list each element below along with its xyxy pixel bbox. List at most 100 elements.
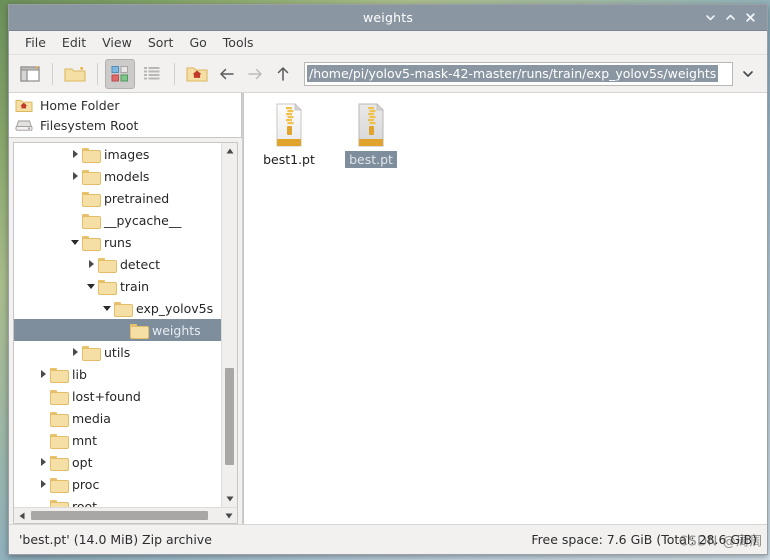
toolbar-separator [97, 62, 98, 85]
tree-item-runs[interactable]: runs [14, 231, 221, 253]
tree-item-lib[interactable]: lib [14, 363, 221, 385]
status-selection-info: 'best.pt' (14.0 MiB) Zip archive [19, 532, 212, 547]
tree-item-models[interactable]: models [14, 165, 221, 187]
folder-icon [50, 389, 69, 405]
tree-item-weights[interactable]: weights [14, 319, 221, 341]
menu-edit[interactable]: Edit [54, 33, 94, 52]
statusbar: 'best.pt' (14.0 MiB) Zip archive Free sp… [9, 524, 767, 554]
new-tab-button[interactable] [15, 59, 45, 89]
chevron-down-icon[interactable] [100, 301, 114, 315]
forward-button[interactable] [242, 60, 268, 88]
tree-twisty-spacer [68, 213, 82, 227]
path-input[interactable]: /home/pi/yolov5-mask-42-master/runs/trai… [304, 61, 733, 86]
scroll-down-arrow[interactable] [223, 492, 237, 506]
chevron-down-icon[interactable] [84, 279, 98, 293]
home-button[interactable] [182, 59, 212, 89]
folder-icon [98, 279, 117, 295]
tree-horizontal-scrollbar[interactable] [14, 507, 237, 523]
tree-item-label: lib [72, 366, 87, 382]
folder-icon [82, 191, 101, 207]
maximize-button[interactable] [720, 8, 740, 28]
tree-item-pretrained[interactable]: pretrained [14, 187, 221, 209]
detail-view-button[interactable] [137, 59, 167, 89]
scroll-up-arrow[interactable] [223, 144, 237, 158]
toolbar: /home/pi/yolov5-mask-42-master/runs/trai… [9, 55, 767, 93]
tree-item-media[interactable]: media [14, 407, 221, 429]
folder-icon [82, 345, 101, 361]
window-titlebar[interactable]: weights [9, 5, 767, 31]
zip-archive-icon [270, 103, 308, 147]
folder-icon [50, 499, 69, 507]
new-tab-icon [20, 65, 40, 82]
tree-vscroll-thumb[interactable] [225, 368, 234, 465]
tree-item-label: opt [72, 454, 93, 470]
file-name-label: best.pt [345, 151, 397, 168]
menu-view[interactable]: View [94, 33, 140, 52]
status-free-space: Free space: 7.6 GiB (Total: 28.6 GiB) [531, 532, 757, 547]
tree-item-label: models [104, 168, 150, 184]
tree-item--pycache-[interactable]: __pycache__ [14, 209, 221, 231]
place-filesystem-root[interactable]: Filesystem Root [9, 115, 241, 135]
chevron-right-icon[interactable] [84, 257, 98, 271]
path-dropdown-button[interactable] [735, 61, 761, 87]
chevron-right-icon[interactable] [36, 477, 50, 491]
chevron-right-icon[interactable] [68, 169, 82, 183]
file-item[interactable]: best.pt [332, 101, 410, 168]
zip-archive-icon [352, 103, 390, 147]
tree-item-root[interactable]: root [14, 495, 221, 507]
tree-item-label: mnt [72, 432, 97, 448]
tree-item-label: pretrained [104, 190, 170, 206]
up-button[interactable] [270, 60, 296, 88]
menu-file[interactable]: File [17, 33, 54, 52]
chevron-down-icon[interactable] [68, 235, 82, 249]
folder-icon [82, 169, 101, 185]
tree-vertical-scrollbar[interactable] [221, 143, 237, 507]
tree-twisty-spacer [36, 499, 50, 507]
tree-twisty-spacer [68, 191, 82, 205]
directory-tree-panel: images models pretrained __pycache__runs det… [13, 142, 238, 524]
tree-item-train[interactable]: train [14, 275, 221, 297]
tree-item-label: exp_yolov5s [136, 300, 214, 316]
tree-hscroll-thumb[interactable] [31, 511, 208, 520]
tree-item-opt[interactable]: opt [14, 451, 221, 473]
tree-item-proc[interactable]: proc [14, 473, 221, 495]
tree-item-exp-yolov5s[interactable]: exp_yolov5s [14, 297, 221, 319]
tree-item-label: images [104, 146, 150, 162]
chevron-right-icon[interactable] [68, 147, 82, 161]
minimize-button[interactable] [700, 8, 720, 28]
tree-item-images[interactable]: images [14, 143, 221, 165]
place-home-folder[interactable]: Home Folder [9, 95, 241, 115]
folder-icon [82, 147, 101, 163]
folder-icon [82, 213, 101, 229]
folder-icon [114, 301, 133, 317]
tree-item-detect[interactable]: detect [14, 253, 221, 275]
tree-item-mnt[interactable]: mnt [14, 429, 221, 451]
tree-item-label: runs [104, 234, 132, 250]
chevron-right-icon[interactable] [36, 367, 50, 381]
tree-item-label: train [120, 278, 150, 294]
tree-item-label: detect [120, 256, 160, 272]
folder-icon [50, 367, 69, 383]
menu-tools[interactable]: Tools [215, 33, 262, 52]
chevron-right-icon[interactable] [36, 455, 50, 469]
new-folder-button[interactable] [60, 59, 90, 89]
tree-twisty-spacer [36, 389, 50, 403]
close-button[interactable] [740, 8, 760, 28]
path-input-value: /home/pi/yolov5-mask-42-master/runs/trai… [307, 65, 719, 82]
menu-sort[interactable]: Sort [140, 33, 182, 52]
tree-item-lost-found[interactable]: lost+found [14, 385, 221, 407]
scroll-right-arrow[interactable] [222, 509, 236, 523]
file-item[interactable]: best1.pt [250, 101, 328, 168]
scroll-left-arrow[interactable] [15, 509, 29, 523]
icon-view-button[interactable] [105, 58, 135, 89]
folder-icon [98, 257, 117, 273]
chevron-right-icon[interactable] [68, 345, 82, 359]
file-list-pane[interactable]: best1.pt best.pt [243, 93, 767, 524]
tree-item-label: root [72, 498, 98, 508]
menu-go[interactable]: Go [181, 33, 214, 52]
tree-item-label: weights [152, 322, 201, 338]
tree-twisty-spacer [36, 433, 50, 447]
tree-item-label: lost+found [72, 388, 141, 404]
tree-item-utils[interactable]: utils [14, 341, 221, 363]
back-button[interactable] [214, 60, 240, 88]
